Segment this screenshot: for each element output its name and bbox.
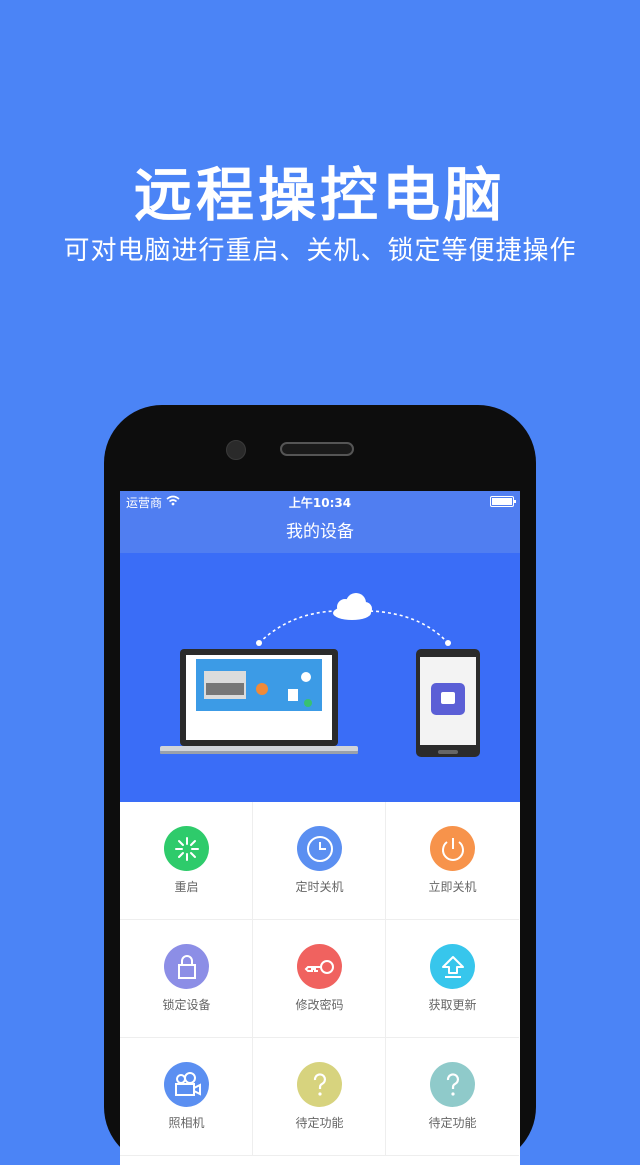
phone-mockup: 运营商 上午10:34 我的设备 重启 定时关机 立即关机 锁定设备 修改密码 … — [104, 405, 536, 1165]
front-camera — [226, 440, 246, 460]
action-change-password[interactable]: 修改密码 — [253, 920, 386, 1038]
action-label: 定时关机 — [295, 880, 344, 894]
promo-title: 远程操控电脑 — [133, 161, 506, 229]
action-scheduled-shutdown[interactable]: 定时关机 — [253, 802, 386, 920]
action-label: 待定功能 — [295, 1116, 344, 1130]
camera-icon — [164, 1062, 209, 1107]
promo-subtitle: 可对电脑进行重启、关机、锁定等便捷操作 — [63, 236, 577, 266]
device-illustration — [120, 553, 520, 802]
action-shutdown-now[interactable]: 立即关机 — [386, 802, 519, 920]
clock-icon — [297, 826, 342, 871]
power-icon — [430, 826, 475, 871]
cloud-icon — [333, 593, 372, 620]
action-pending-1[interactable]: 待定功能 — [253, 1038, 386, 1156]
question-icon — [430, 1062, 475, 1107]
earpiece-speaker — [280, 442, 354, 456]
question-icon — [297, 1062, 342, 1107]
phone-graphic — [416, 649, 480, 757]
action-label: 锁定设备 — [162, 998, 211, 1012]
battery-icon — [490, 496, 516, 507]
lock-icon — [164, 944, 209, 989]
action-label: 重启 — [174, 880, 199, 894]
key-icon — [297, 944, 342, 989]
action-lock-device[interactable]: 锁定设备 — [120, 920, 253, 1038]
laptop-phone-illustration — [160, 593, 480, 757]
upload-icon — [430, 944, 475, 989]
restart-icon — [164, 826, 209, 871]
action-restart[interactable]: 重启 — [120, 802, 253, 920]
laptop-graphic — [160, 649, 358, 754]
action-label: 获取更新 — [428, 998, 477, 1012]
action-label: 待定功能 — [428, 1116, 477, 1130]
action-camera[interactable]: 照相机 — [120, 1038, 253, 1156]
action-label: 照相机 — [168, 1116, 205, 1130]
nav-title: 我的设备 — [120, 511, 520, 553]
action-pending-2[interactable]: 待定功能 — [386, 1038, 519, 1156]
action-label: 立即关机 — [428, 880, 477, 894]
action-label: 修改密码 — [295, 998, 344, 1012]
status-time: 上午10:34 — [288, 496, 352, 510]
status-bar: 运营商 上午10:34 — [120, 491, 520, 511]
action-get-update[interactable]: 获取更新 — [386, 920, 519, 1038]
phone-screen: 运营商 上午10:34 我的设备 重启 定时关机 立即关机 锁定设备 修改密码 … — [120, 491, 520, 1165]
